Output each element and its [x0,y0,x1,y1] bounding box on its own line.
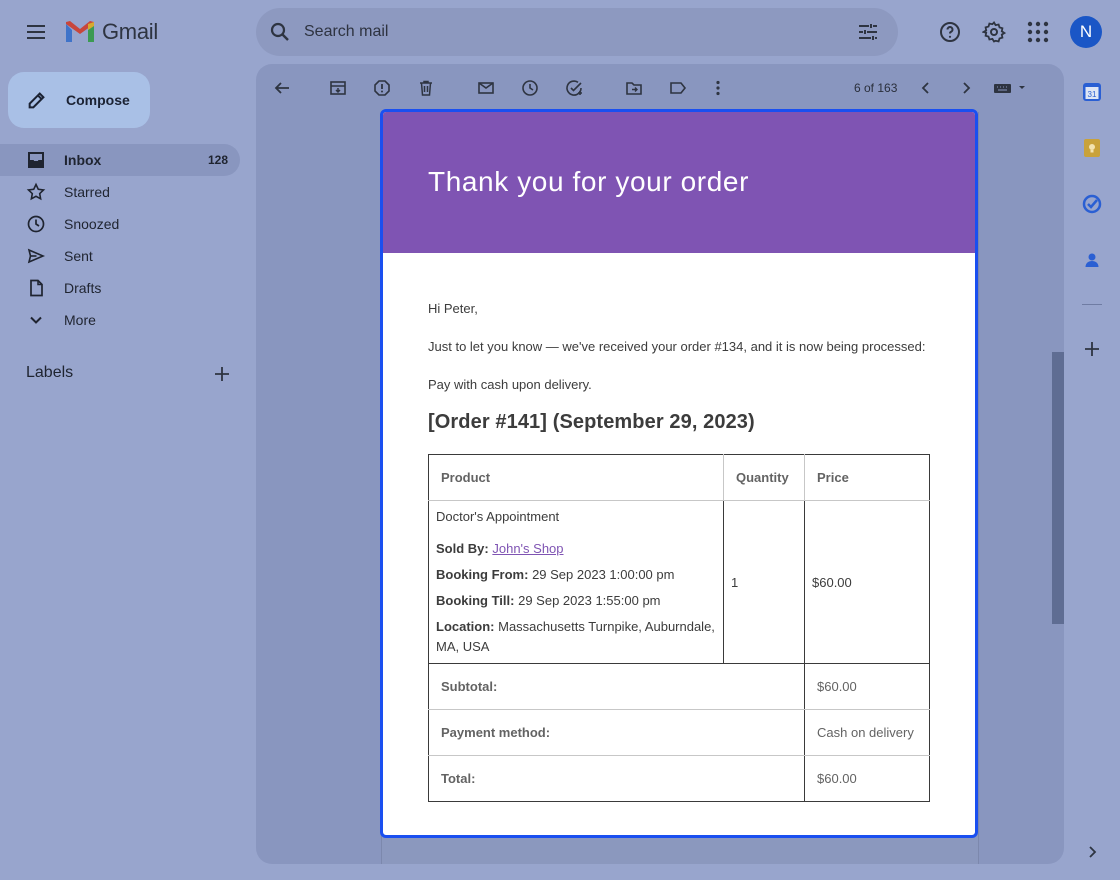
order-heading: [Order #141] (September 29, 2023) [428,411,755,433]
table-header-product: Product [428,454,724,501]
subtotal-label: Subtotal: [428,663,805,710]
product-name: Doctor's Appointment [436,509,560,524]
report-spam-icon[interactable] [370,76,394,100]
sidebar-item-label: Sent [64,248,93,264]
price-cell: $60.00 [804,500,930,664]
sidebar-item-more[interactable]: More [0,304,240,336]
email-banner-title: Thank you for your order [428,165,749,197]
compose-label: Compose [66,92,130,108]
email-greeting: Hi Peter, [428,301,478,316]
keep-icon[interactable] [1080,136,1104,160]
sidebar-item-drafts[interactable]: Drafts [0,272,240,304]
subtotal-value: $60.00 [804,663,930,710]
label-icon[interactable] [666,76,690,100]
inbox-unread-count: 128 [207,153,228,167]
pencil-icon [28,92,45,109]
hamburger-icon [27,25,45,39]
settings-gear-icon[interactable] [972,10,1016,54]
rail-divider [1082,304,1102,305]
contacts-icon[interactable] [1080,248,1104,272]
expand-panel-icon[interactable] [1080,840,1104,864]
booking-from-label: Booking From: [436,567,529,582]
star-icon [26,182,46,201]
mark-unread-icon[interactable] [474,76,498,100]
newer-message-icon[interactable] [914,76,938,100]
back-arrow-icon[interactable] [270,76,294,100]
sold-by-label: Sold By: [436,541,489,556]
table-row: Subtotal: $60.00 [428,663,930,710]
payment-method-label: Payment method: [428,709,805,756]
create-label-button[interactable] [210,362,234,386]
gmail-logo[interactable]: Gmail [64,18,158,46]
input-tools-icon[interactable] [992,76,1028,100]
gmail-m-icon [66,21,94,42]
draft-icon [30,279,43,297]
help-icon[interactable] [928,10,972,54]
main-menu-button[interactable] [16,12,56,52]
sidebar-item-sent[interactable]: Sent [0,240,240,272]
booking-till-value: 29 Sep 2023 1:55:00 pm [518,593,661,608]
compose-button[interactable]: Compose [8,72,150,128]
table-header-price: Price [804,454,930,501]
account-avatar[interactable]: N [1070,16,1102,48]
snooze-icon[interactable] [518,76,542,100]
email-intro: Just to let you know — we've received yo… [428,339,926,354]
email-message-body: Thank you for your order Hi Peter, Just … [380,109,978,838]
total-value: $60.00 [804,755,930,802]
email-banner: Thank you for your order [383,112,975,253]
email-content: Hi Peter, Just to let you know — we've r… [383,253,975,802]
sidebar-item-snoozed[interactable]: Snoozed [0,208,240,240]
scrollbar-thumb[interactable] [1052,352,1064,624]
search-bar[interactable] [256,8,898,56]
search-icon[interactable] [256,8,304,56]
sidebar-item-label: Starred [64,184,110,200]
table-row: Total: $60.00 [428,755,930,802]
quantity-cell: 1 [723,500,805,664]
booking-till-label: Booking Till: [436,593,515,608]
clock-icon [27,215,45,233]
chevron-down-icon [30,316,42,324]
google-apps-icon[interactable] [1016,10,1060,54]
calendar-icon[interactable]: 31 [1080,80,1104,104]
shop-link[interactable]: John's Shop [492,541,563,556]
more-vert-icon[interactable] [706,76,730,100]
search-options-icon[interactable] [844,8,892,56]
sidebar-item-label: Drafts [64,280,102,296]
add-icon [215,367,229,381]
add-task-icon[interactable] [562,76,586,100]
message-counter: 6 of 163 [854,81,898,95]
order-table: Product Quantity Price Doctor's Appointm… [428,454,930,802]
email-payment-note: Pay with cash upon delivery. [428,377,592,392]
sidebar-item-label: Snoozed [64,216,120,232]
get-addons-icon[interactable] [1080,337,1104,361]
sidebar-item-label: Inbox [64,152,102,168]
inbox-icon [28,152,44,168]
booking-from-value: 29 Sep 2023 1:00:00 pm [532,567,675,582]
send-icon [27,248,46,264]
table-row: Payment method: Cash on delivery [428,709,930,756]
total-label: Total: [428,755,805,802]
search-input[interactable] [304,8,844,56]
sidebar-item-label: More [64,312,96,328]
labels-heading: Labels [26,364,74,381]
sidebar-item-starred[interactable]: Starred [0,176,240,208]
location-label: Location: [436,619,495,634]
tasks-icon[interactable] [1080,192,1104,216]
sidebar-item-inbox[interactable]: Inbox 128 [0,144,240,176]
table-header-quantity: Quantity [723,454,805,501]
delete-icon[interactable] [414,76,438,100]
older-message-icon[interactable] [954,76,978,100]
app-name: Gmail [102,19,158,44]
svg-text:31: 31 [1088,90,1097,99]
archive-icon[interactable] [326,76,350,100]
move-to-icon[interactable] [622,76,646,100]
payment-method-value: Cash on delivery [804,709,930,756]
product-cell: Doctor's Appointment Sold By: John's Sho… [428,500,724,664]
table-row: Doctor's Appointment Sold By: John's Sho… [428,500,930,664]
